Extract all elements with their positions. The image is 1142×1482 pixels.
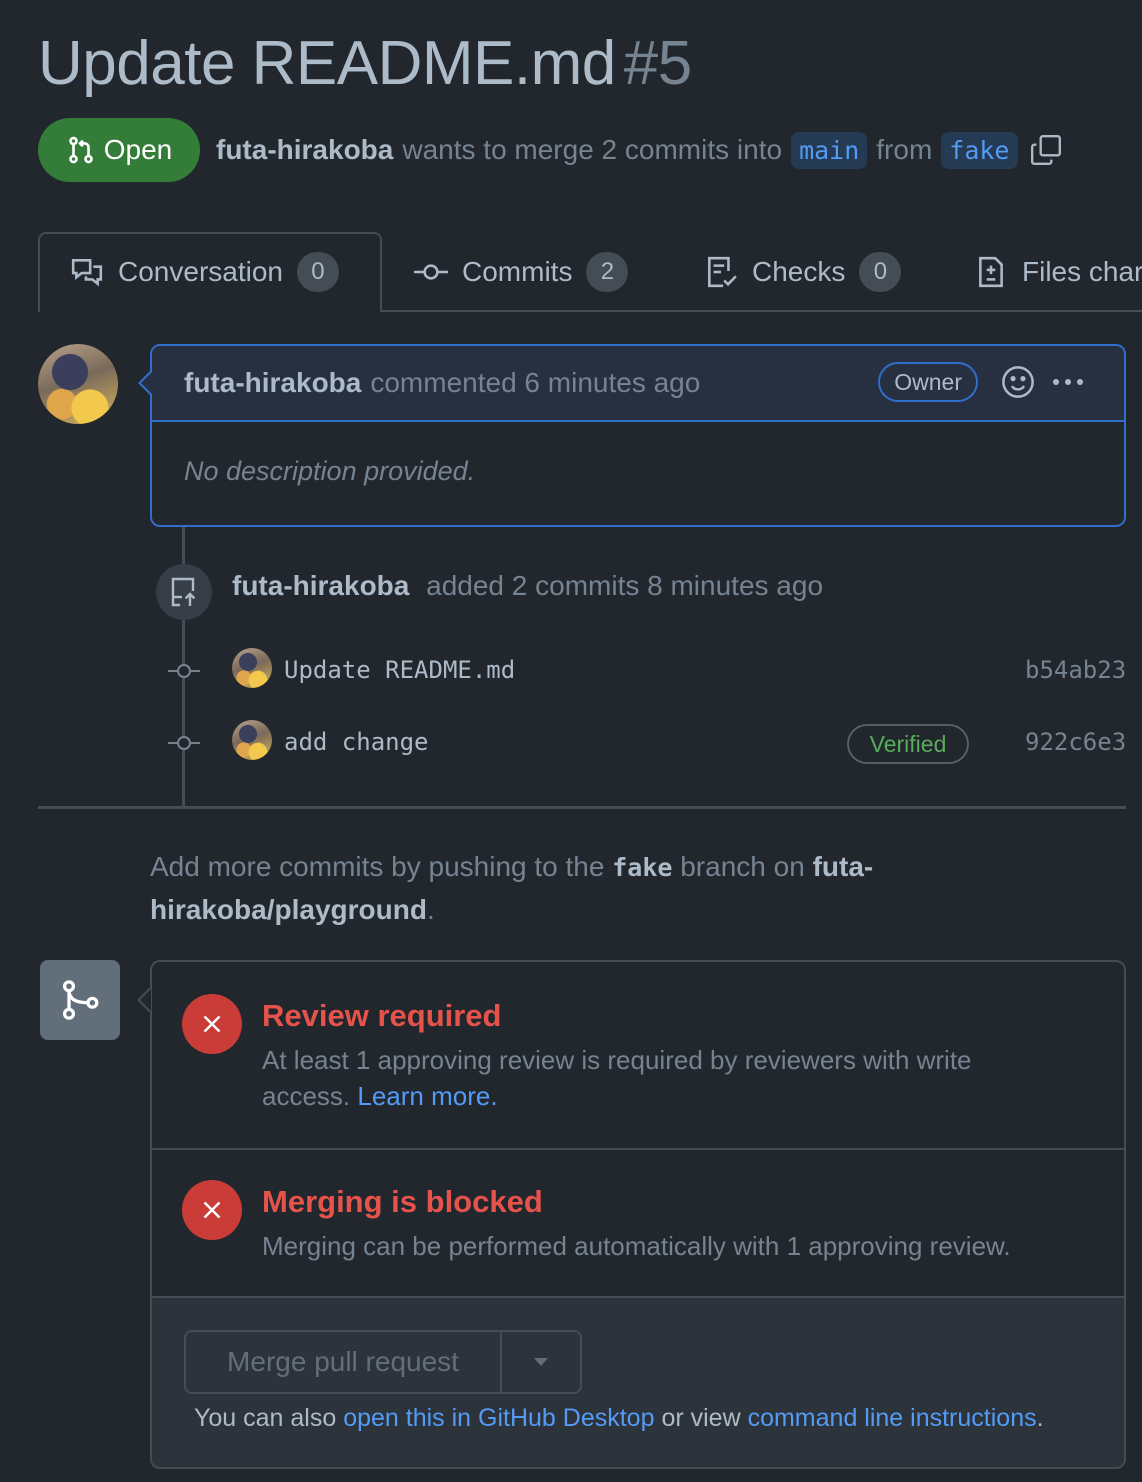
push-note-suffix: . <box>426 894 435 925</box>
x-circle-icon <box>182 994 242 1054</box>
comment-box: futa-hirakoba commented 6 minutes ago Ow… <box>150 344 1126 527</box>
merge-caret-fill <box>140 989 151 1011</box>
file-diff-icon <box>979 256 1003 288</box>
merge-box: Review required At least 1 approving rev… <box>150 960 1126 1469</box>
commit-avatar[interactable] <box>232 648 272 688</box>
tab-label: Checks <box>752 256 846 287</box>
commit-message-link[interactable]: add change <box>284 728 429 756</box>
git-commit-icon <box>168 664 200 678</box>
page-title: Update README.md #5 <box>38 26 692 102</box>
comment-header: futa-hirakoba commented 6 minutes ago Ow… <box>152 346 1124 422</box>
commit-message-link[interactable]: Update README.md <box>284 656 515 684</box>
also-suffix: . <box>1036 1404 1044 1432</box>
comment-discussion-icon <box>71 259 103 287</box>
tab-checks[interactable]: Checks 0 <box>704 232 902 312</box>
push-note: Add more commits by pushing to the fake … <box>150 846 930 931</box>
tab-counter: 0 <box>296 252 339 292</box>
also-prefix: You can also <box>194 1404 337 1432</box>
review-required-desc: At least 1 approving review is required … <box>262 1042 1062 1114</box>
merge-button-group: Merge pull request <box>184 1330 582 1394</box>
checklist-icon <box>708 256 737 288</box>
git-pull-request-icon <box>68 136 93 164</box>
merging-blocked-section: Merging is blocked Merging can be perfor… <box>152 1150 1124 1298</box>
tab-counter: 0 <box>859 252 902 292</box>
timeline-event-text: added 2 commits 8 minutes ago <box>426 570 824 601</box>
pr-author-link[interactable]: futa-hirakoba <box>216 134 393 166</box>
state-label: Open <box>103 134 173 165</box>
copy-icon[interactable] <box>1029 133 1063 167</box>
owner-badge: Owner <box>878 362 978 402</box>
x-circle-icon <box>182 1180 242 1240</box>
base-branch[interactable]: main <box>791 131 868 169</box>
merge-method-dropdown[interactable] <box>502 1332 580 1392</box>
tab-commits[interactable]: Commits 2 <box>414 232 629 312</box>
pr-number: #5 <box>623 29 692 98</box>
merge-pull-request-button[interactable]: Merge pull request <box>186 1332 502 1392</box>
x-icon <box>203 1015 221 1033</box>
push-note-middle: branch on <box>680 851 805 882</box>
commit-avatar[interactable] <box>232 720 272 760</box>
head-branch[interactable]: fake <box>941 131 1018 169</box>
alternative-merge-note: You can also open this in GitHub Desktop… <box>194 1404 1044 1433</box>
merge-text: wants to merge 2 commits into <box>402 134 783 165</box>
git-merge-icon <box>62 980 99 1020</box>
smiley-icon[interactable] <box>1000 364 1036 400</box>
review-required-section: Review required At least 1 approving rev… <box>152 962 1124 1150</box>
git-commit-icon <box>414 264 448 280</box>
repo-push-icon <box>171 577 196 607</box>
learn-more-link[interactable]: Learn more. <box>357 1081 497 1111</box>
x-icon <box>203 1201 221 1219</box>
comment-action[interactable]: commented 6 minutes ago <box>370 367 700 399</box>
comment-caret-fill <box>141 372 152 394</box>
push-note-branch: fake <box>612 853 673 882</box>
comment-body: No description provided. <box>184 456 476 486</box>
verified-badge[interactable]: Verified <box>847 724 969 764</box>
timeline-badge <box>156 564 212 620</box>
tab-label: Files char <box>1022 256 1142 287</box>
pr-meta: futa-hirakoba wants to merge 2 commits i… <box>216 128 1063 172</box>
tab-files-changed[interactable]: Files char <box>974 232 1142 312</box>
state-badge: Open <box>38 118 200 182</box>
review-required-title: Review required <box>262 998 502 1033</box>
kebab-horizontal-icon[interactable] <box>1048 364 1088 400</box>
avatar[interactable] <box>38 344 118 424</box>
timeline-divider <box>38 806 1126 809</box>
timeline-author-link[interactable]: futa-hirakoba <box>232 570 409 601</box>
git-commit-icon <box>168 736 200 750</box>
merging-blocked-desc: Merging can be performed automatically w… <box>262 1231 1011 1261</box>
tab-label: Conversation <box>118 256 283 287</box>
tab-counter: 2 <box>586 252 629 292</box>
also-middle: or view <box>661 1404 741 1432</box>
pr-title: Update README.md <box>38 29 616 98</box>
timeline-event: futa-hirakoba added 2 commits 8 minutes … <box>232 570 823 602</box>
merge-actions-section: Merge pull request You can also open thi… <box>152 1298 1124 1467</box>
command-line-instructions-link[interactable]: command line instructions <box>748 1404 1037 1432</box>
from-text: from <box>876 134 933 165</box>
commit-sha-link[interactable]: 922c6e3 <box>1025 728 1126 756</box>
tab-label: Commits <box>462 256 573 287</box>
merging-blocked-title: Merging is blocked <box>262 1184 543 1219</box>
merge-status-badge <box>40 960 120 1040</box>
tab-conversation[interactable]: Conversation 0 <box>70 232 339 312</box>
triangle-down-icon <box>534 1358 548 1366</box>
commit-sha-link[interactable]: b54ab23 <box>1025 656 1126 684</box>
github-desktop-link[interactable]: open this in GitHub Desktop <box>343 1404 654 1432</box>
comment-author-link[interactable]: futa-hirakoba <box>184 367 361 399</box>
push-note-prefix: Add more commits by pushing to the <box>150 851 605 882</box>
